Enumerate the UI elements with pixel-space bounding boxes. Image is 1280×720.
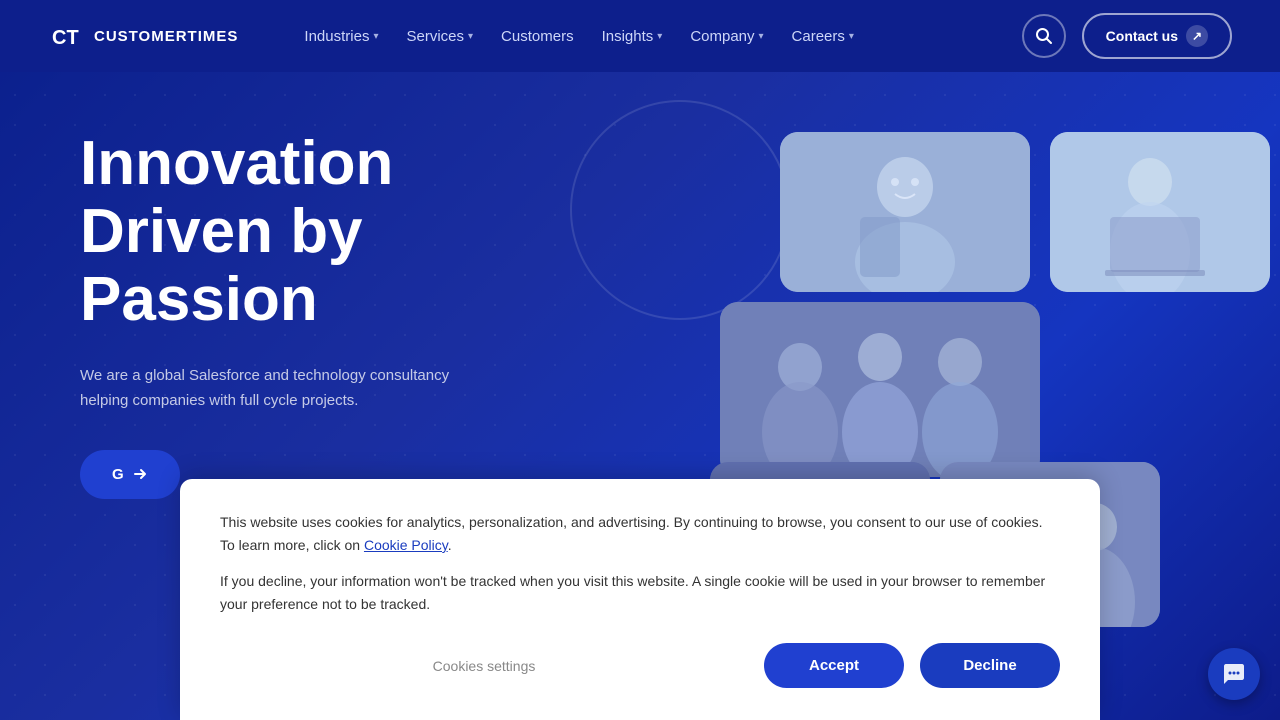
chevron-down-icon: ▾: [657, 31, 662, 42]
chat-widget[interactable]: [1208, 648, 1260, 700]
person-image-1: [780, 132, 1030, 292]
nav-item-services[interactable]: Services ▾: [396, 20, 483, 53]
cookie-banner: This website uses cookies for analytics,…: [180, 479, 1100, 720]
hero-image-card-3: [1050, 132, 1270, 292]
hero-subtitle: We are a global Salesforce and technolog…: [80, 363, 460, 414]
navbar: CT CUSTOMERTIMES Industries ▾ Services ▾…: [0, 0, 1280, 72]
nav-item-careers[interactable]: Careers ▾: [782, 20, 864, 53]
chevron-down-icon: ▾: [759, 31, 764, 42]
chevron-down-icon: ▾: [849, 31, 854, 42]
arrow-icon: ↗: [1186, 25, 1208, 47]
hero-cta-button[interactable]: G: [80, 450, 180, 499]
hero-image-card-2: [720, 302, 1040, 477]
search-button[interactable]: [1022, 14, 1066, 58]
cookies-settings-button[interactable]: Cookies settings: [220, 658, 748, 674]
search-icon: [1035, 27, 1053, 45]
person-image-3: [1050, 132, 1270, 292]
person-image-2: [720, 302, 1040, 477]
accept-button[interactable]: Accept: [764, 643, 904, 688]
hero-title: Innovation Driven by Passion: [80, 130, 600, 335]
decline-button[interactable]: Decline: [920, 643, 1060, 688]
nav-item-company[interactable]: Company ▾: [680, 20, 773, 53]
svg-text:CT: CT: [52, 27, 79, 49]
nav-items: Industries ▾ Services ▾ Customers Insigh…: [294, 20, 989, 53]
logo[interactable]: CT CUSTOMERTIMES: [48, 18, 238, 54]
logo-text: CUSTOMERTIMES: [94, 28, 238, 45]
chevron-down-icon: ▾: [468, 31, 473, 42]
contact-button[interactable]: Contact us ↗: [1082, 13, 1232, 59]
nav-right: Contact us ↗: [1022, 13, 1232, 59]
hero-image-card-1: [780, 132, 1030, 292]
cookie-text-2: If you decline, your information won't b…: [220, 570, 1060, 615]
nav-item-insights[interactable]: Insights ▾: [592, 20, 673, 53]
nav-item-customers[interactable]: Customers: [491, 20, 584, 53]
cookie-actions: Cookies settings Accept Decline: [220, 643, 1060, 688]
nav-item-industries[interactable]: Industries ▾: [294, 20, 388, 53]
ct-logo-icon: CT: [48, 18, 84, 54]
cookie-policy-link[interactable]: Cookie Policy: [364, 537, 448, 553]
hero-content: Innovation Driven by Passion We are a gl…: [80, 130, 600, 499]
chevron-down-icon: ▾: [373, 31, 378, 42]
arrow-right-icon: [132, 466, 148, 482]
chat-icon: [1222, 662, 1246, 686]
cookie-text-1: This website uses cookies for analytics,…: [220, 511, 1060, 556]
